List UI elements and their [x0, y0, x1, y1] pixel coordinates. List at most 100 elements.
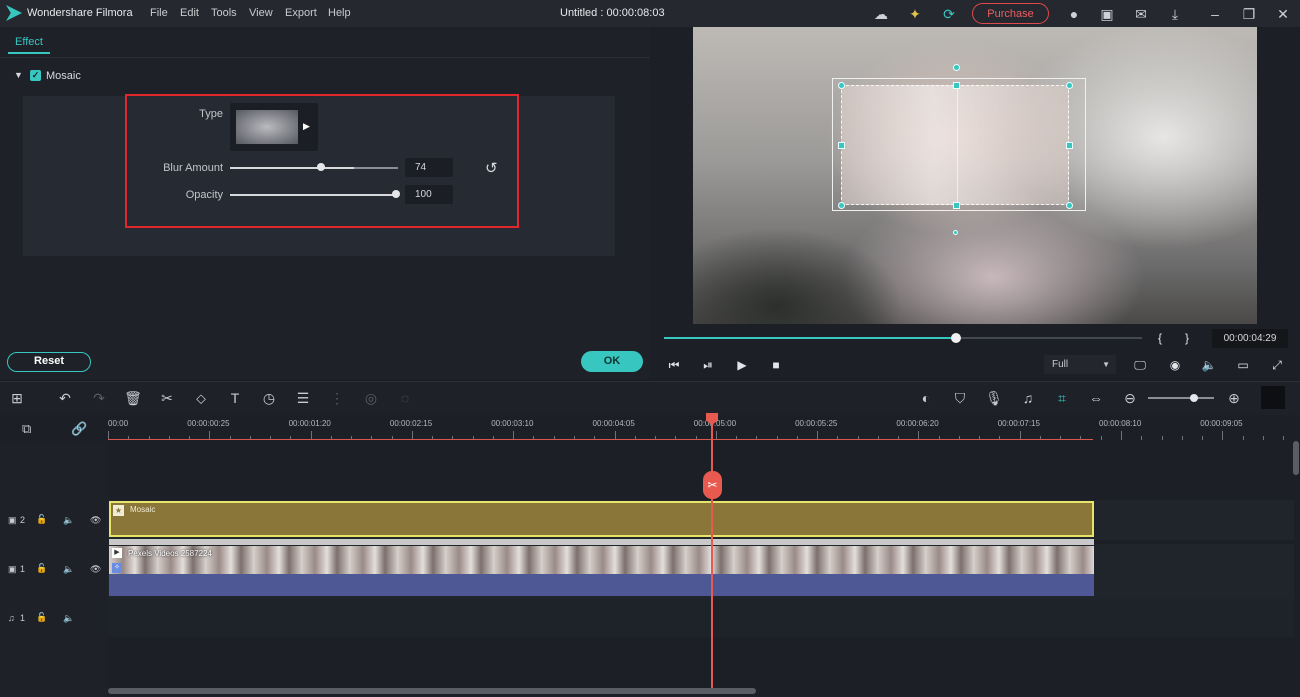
- mark-out-button[interactable]: }: [1182, 330, 1192, 346]
- ok-button[interactable]: OK: [581, 351, 643, 372]
- menu-tools[interactable]: Tools: [211, 7, 237, 19]
- speaker-icon[interactable]: 🔈: [63, 613, 74, 624]
- ruler-tick: [1202, 436, 1204, 440]
- menu-edit[interactable]: Edit: [180, 7, 199, 19]
- speaker-icon[interactable]: 🔈: [63, 515, 74, 526]
- play-frame-icon[interactable]: ⏯: [700, 357, 716, 373]
- mail-icon[interactable]: ✉: [1132, 5, 1150, 23]
- reset-button[interactable]: Reset: [7, 352, 91, 372]
- resize-handle[interactable]: [1066, 142, 1073, 149]
- preview-timecode: 00:00:04:29: [1212, 329, 1288, 348]
- anchor-point[interactable]: [953, 230, 958, 235]
- split-scissors-icon[interactable]: ✂: [703, 471, 722, 499]
- eye-icon[interactable]: 👁: [90, 564, 101, 575]
- delete-icon[interactable]: 🗑: [124, 389, 142, 407]
- speed-icon[interactable]: ◷: [260, 389, 278, 407]
- ruler-tick: [1222, 431, 1224, 440]
- eye-icon[interactable]: 👁: [90, 515, 101, 526]
- rotate-handle[interactable]: [953, 64, 960, 71]
- resize-handle[interactable]: [838, 202, 845, 209]
- resize-handle[interactable]: [953, 82, 960, 89]
- resize-handle[interactable]: [838, 142, 845, 149]
- render-icon[interactable]: ◐: [917, 389, 935, 407]
- stabilize-icon[interactable]: ◌: [396, 389, 414, 407]
- zoom-slider-track[interactable]: [1148, 397, 1214, 399]
- pip-icon[interactable]: ▭: [1234, 357, 1252, 373]
- lock-icon[interactable]: 🔓: [36, 612, 47, 623]
- menu-help[interactable]: Help: [328, 7, 351, 19]
- maximize-icon[interactable]: ❐: [1240, 5, 1258, 23]
- lock-icon[interactable]: 🔓: [36, 514, 47, 525]
- previous-frame-icon[interactable]: ⏮: [666, 357, 682, 373]
- color-match-icon[interactable]: ◎: [362, 389, 380, 407]
- text-icon[interactable]: T: [226, 389, 244, 407]
- purchase-button[interactable]: Purchase: [972, 3, 1049, 24]
- fit-icon[interactable]: ⇔: [1087, 389, 1105, 407]
- monitor-icon[interactable]: 🖵: [1131, 357, 1149, 373]
- mark-in-button[interactable]: {: [1155, 330, 1165, 346]
- mic-icon[interactable]: 🎙: [985, 389, 1003, 407]
- tab-effect[interactable]: Effect: [15, 36, 43, 48]
- resize-handle[interactable]: [838, 82, 845, 89]
- mosaic-effect-clip[interactable]: [109, 501, 1094, 537]
- quality-value: Full: [1052, 359, 1069, 370]
- play-icon[interactable]: ▶: [734, 357, 750, 373]
- tag-icon[interactable]: ⬦: [192, 389, 210, 407]
- ruler-tick: [1242, 436, 1244, 440]
- panel-toggle[interactable]: [1261, 386, 1285, 409]
- redo-icon[interactable]: ↷: [90, 389, 108, 407]
- zoom-out-icon[interactable]: ⊖: [1121, 389, 1139, 407]
- snapshot-icon[interactable]: ◉: [1166, 357, 1184, 373]
- quality-select[interactable]: Full ▼: [1044, 355, 1116, 374]
- volume-icon[interactable]: 🔈: [1200, 357, 1218, 373]
- download-icon[interactable]: ⤓: [1166, 5, 1184, 23]
- link-icon[interactable]: 🔗: [71, 421, 87, 437]
- ruler-label: 00:00:03:10: [491, 419, 534, 428]
- resize-handle[interactable]: [1066, 202, 1073, 209]
- tab-underline: [8, 52, 50, 54]
- zoom-in-icon[interactable]: ⊕: [1225, 389, 1243, 407]
- add-track-icon[interactable]: ⧉: [22, 421, 31, 437]
- effect-applied-icon: ✧: [112, 563, 122, 573]
- lightbulb-icon[interactable]: ✦: [906, 5, 924, 23]
- mosaic-enable-checkbox[interactable]: ✓: [30, 70, 41, 81]
- playhead[interactable]: [711, 415, 713, 691]
- speaker-icon[interactable]: 🔈: [63, 564, 74, 575]
- video-clip[interactable]: [109, 546, 1094, 574]
- video-clip-audio[interactable]: [109, 574, 1094, 596]
- resize-handle[interactable]: [953, 202, 960, 209]
- fullscreen-icon[interactable]: ⤢: [1268, 357, 1286, 373]
- horizontal-scrollbar[interactable]: [108, 688, 756, 694]
- ruler-tick: [1161, 436, 1163, 440]
- menu-file[interactable]: File: [150, 7, 168, 19]
- snap-icon[interactable]: ⌗: [1053, 389, 1071, 407]
- zoom-slider-knob[interactable]: [1190, 394, 1198, 402]
- lock-icon[interactable]: 🔓: [36, 563, 47, 574]
- minimize-icon[interactable]: –: [1206, 5, 1224, 23]
- undo-icon[interactable]: ↶: [56, 389, 74, 407]
- ruler-label: 00:00:01:20: [288, 419, 331, 428]
- stop-icon[interactable]: ■: [768, 357, 784, 373]
- ruler-label: 00:00:09:05: [1200, 419, 1243, 428]
- menu-export[interactable]: Export: [285, 7, 317, 19]
- ruler-tick: [1121, 431, 1122, 440]
- preview-progress-knob[interactable]: [950, 333, 961, 343]
- refresh-icon[interactable]: ⟳: [940, 5, 958, 23]
- avatar[interactable]: ●: [1065, 5, 1083, 23]
- menu-view[interactable]: View: [249, 7, 273, 19]
- effect-name: Mosaic: [46, 70, 81, 82]
- ruler-label: 00:00:08:10: [1099, 419, 1142, 428]
- resize-handle[interactable]: [1066, 82, 1073, 89]
- vertical-scrollbar[interactable]: [1293, 441, 1299, 475]
- audio-wave-icon[interactable]: ⋮: [328, 389, 346, 407]
- save-icon[interactable]: ▣: [1098, 5, 1116, 23]
- cloud-icon[interactable]: ☁: [872, 5, 890, 23]
- layout-icon[interactable]: ⊞: [8, 389, 26, 407]
- collapse-arrow-icon[interactable]: ▼: [14, 70, 23, 80]
- video-track-icon: ▣: [8, 564, 17, 574]
- close-icon[interactable]: ✕: [1274, 5, 1292, 23]
- marker-icon[interactable]: ⛉: [951, 389, 969, 407]
- music-list-icon[interactable]: ♫: [1019, 389, 1037, 407]
- adjust-icon[interactable]: ☰: [294, 389, 312, 407]
- cut-icon[interactable]: ✂: [158, 389, 176, 407]
